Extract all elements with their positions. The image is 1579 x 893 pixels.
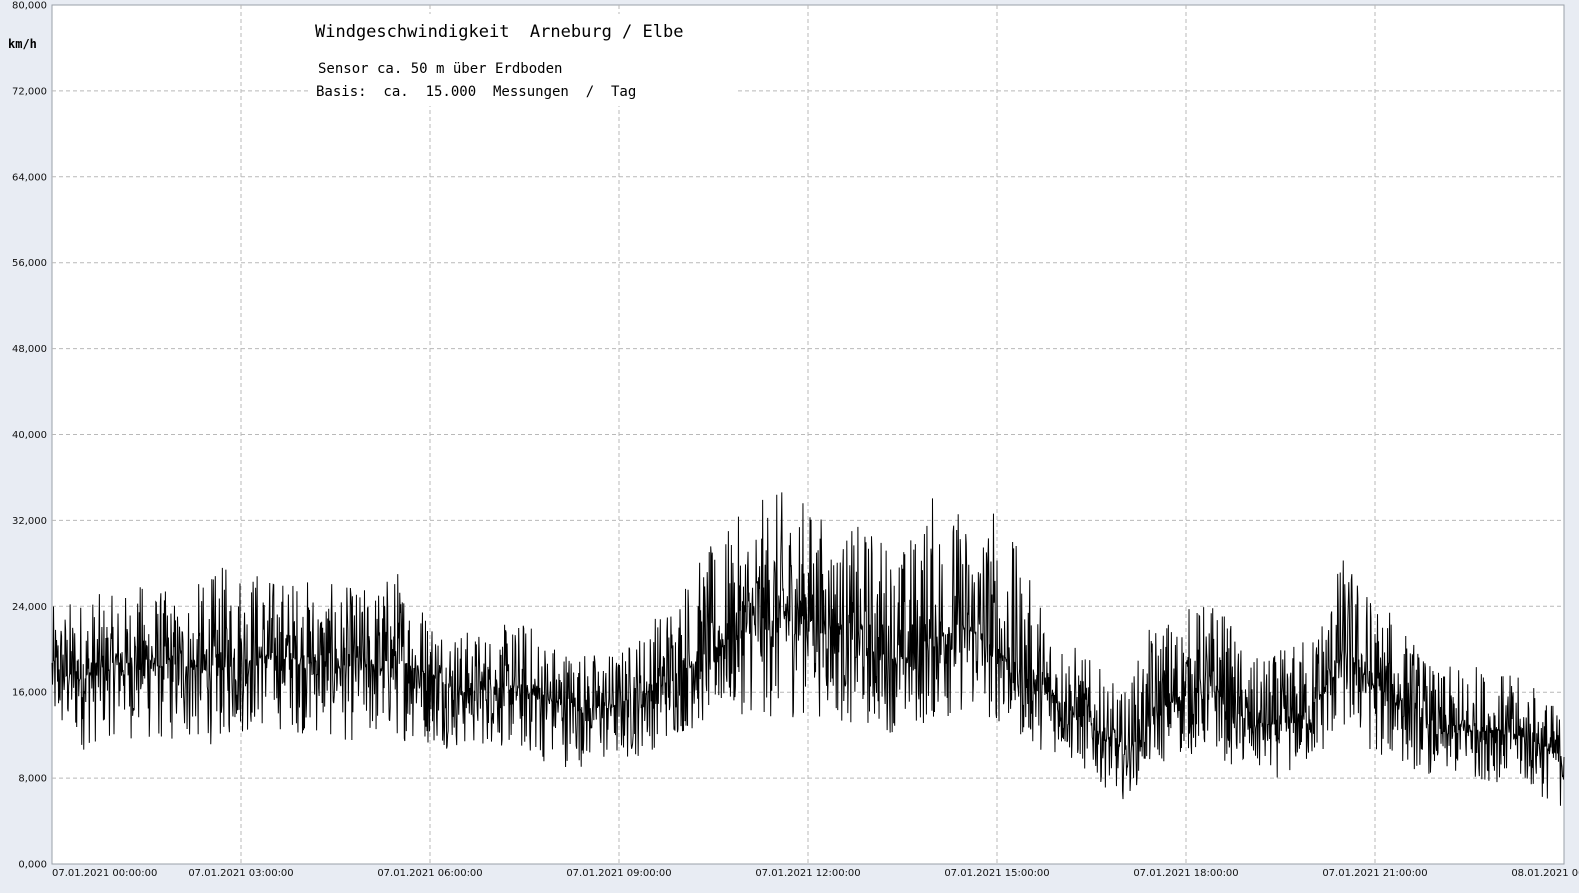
x-tick-label: 07.01.2021 21:00:00: [1322, 868, 1427, 879]
chart-container: 0,000 8,000 16,000 24,000 32,000 40,000 48,000…: [0, 0, 1579, 893]
y-tick-label: 48,000: [12, 344, 47, 355]
x-tick-label: 07.01.2021 15:00:00: [944, 868, 1049, 879]
wind-speed-chart: 0,000 8,000 16,000 24,000 32,000 40,000 48,000…: [0, 0, 1579, 893]
y-tick-label: 32,000: [12, 516, 47, 527]
y-tick-label: 24,000: [12, 602, 47, 613]
y-tick-label: 72,000: [12, 86, 47, 97]
y-axis-panel: [0, 0, 52, 893]
chart-title: Windgeschwindigkeit Arneburg / Elbe: [315, 22, 683, 42]
x-tick-label: 07.01.2021 06:00:00: [377, 868, 482, 879]
y-tick-label: 80,000: [12, 1, 47, 12]
y-tick-label: 16,000: [12, 688, 47, 699]
y-tick-label: 56,000: [12, 258, 47, 269]
y-tick-label: 0,000: [18, 860, 47, 871]
x-tick-label: 07.01.2021 00:00:00: [52, 868, 157, 879]
x-tick-label: 07.01.2021 09:00:00: [566, 868, 671, 879]
y-tick-label: 40,000: [12, 430, 47, 441]
chart-subtitle-line-2: Basis: ca. 15.000 Messungen / Tag: [316, 84, 636, 100]
y-tick-label: 8,000: [18, 774, 47, 785]
x-axis-ticks: 07.01.2021 00:00:00 07.01.2021 03:00:00 07…: [52, 868, 1579, 879]
y-axis-unit: km/h: [8, 37, 37, 51]
x-tick-label: 07.01.2021 12:00:00: [755, 868, 860, 879]
x-tick-label: 07.01.2021 03:00:00: [188, 868, 293, 879]
y-tick-label: 64,000: [12, 172, 47, 183]
x-tick-label: 08.01.2021 00:00:00: [1511, 868, 1579, 879]
x-tick-label: 07.01.2021 18:00:00: [1133, 868, 1238, 879]
chart-subtitle-line-1: Sensor ca. 50 m über Erdboden: [318, 61, 562, 77]
